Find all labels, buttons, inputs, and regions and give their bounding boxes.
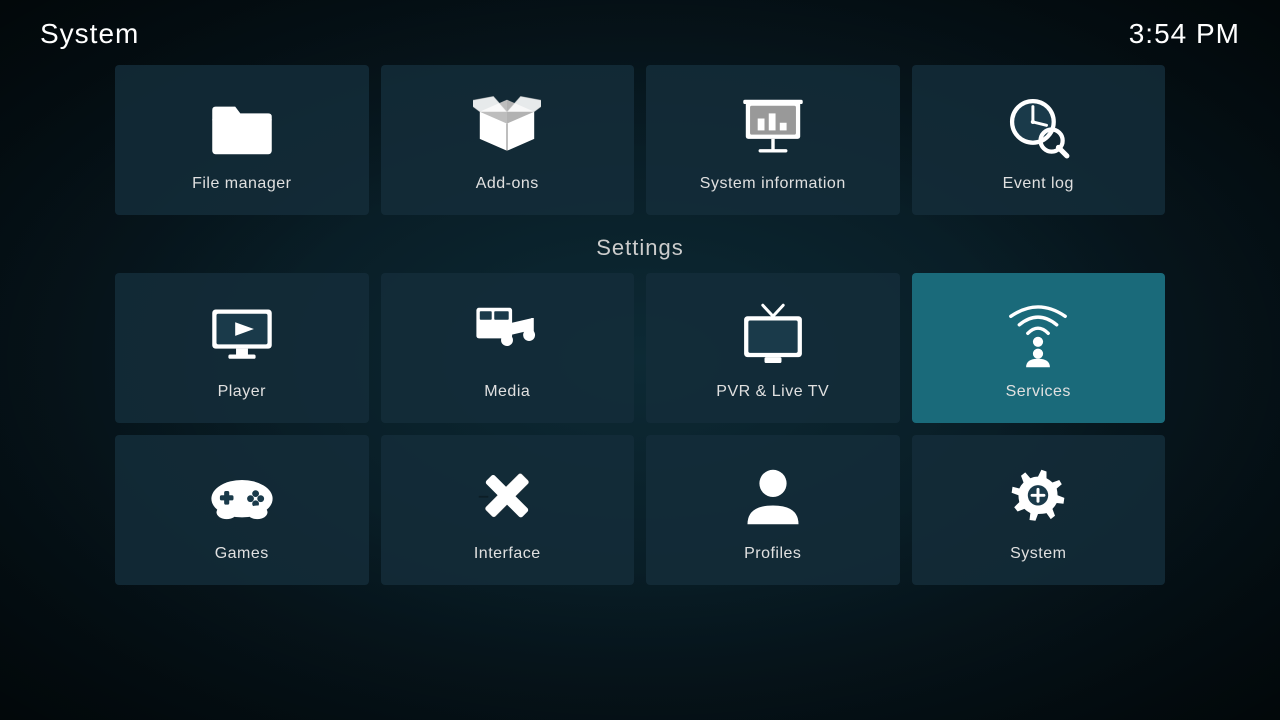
interface-icon — [471, 461, 543, 533]
box-icon — [471, 91, 543, 163]
tile-file-manager-label: File manager — [192, 175, 291, 193]
presentation-icon — [737, 91, 809, 163]
tile-games-label: Games — [215, 545, 269, 563]
tile-media[interactable]: Media — [381, 273, 635, 423]
tile-system-information[interactable]: System information — [646, 65, 900, 215]
header: System 3:54 PM — [0, 0, 1280, 60]
tile-event-log-label: Event log — [1003, 175, 1074, 193]
tile-interface[interactable]: Interface — [381, 435, 635, 585]
tile-system-label: System — [1010, 545, 1066, 563]
clock-search-icon — [1002, 91, 1074, 163]
settings-label: Settings — [115, 235, 1165, 261]
tile-file-manager[interactable]: File manager — [115, 65, 369, 215]
system-icon — [1002, 461, 1074, 533]
tile-add-ons[interactable]: Add-ons — [381, 65, 635, 215]
folder-icon — [206, 91, 278, 163]
tile-player[interactable]: Player — [115, 273, 369, 423]
profiles-icon — [737, 461, 809, 533]
tile-interface-label: Interface — [474, 545, 541, 563]
media-icon — [471, 299, 543, 371]
content-area: File manager — [0, 60, 1280, 585]
top-grid: File manager — [115, 65, 1165, 215]
page-title: System — [40, 18, 139, 50]
tile-media-label: Media — [484, 383, 530, 401]
tile-system[interactable]: System — [912, 435, 1166, 585]
services-icon — [1002, 299, 1074, 371]
tile-profiles[interactable]: Profiles — [646, 435, 900, 585]
clock: 3:54 PM — [1129, 18, 1240, 50]
tile-pvr-live-tv-label: PVR & Live TV — [716, 383, 829, 401]
tile-add-ons-label: Add-ons — [476, 175, 539, 193]
tile-event-log[interactable]: Event log — [912, 65, 1166, 215]
tile-system-information-label: System information — [700, 175, 846, 193]
tile-player-label: Player — [218, 383, 266, 401]
tv-icon — [737, 299, 809, 371]
player-icon — [206, 299, 278, 371]
page: System 3:54 PM File manager — [0, 0, 1280, 720]
gamepad-icon — [206, 461, 278, 533]
tile-pvr-live-tv[interactable]: PVR & Live TV — [646, 273, 900, 423]
tile-services-label: Services — [1006, 383, 1071, 401]
tile-games[interactable]: Games — [115, 435, 369, 585]
bottom-grid: Player — [115, 273, 1165, 585]
tile-profiles-label: Profiles — [744, 545, 801, 563]
tile-services[interactable]: Services — [912, 273, 1166, 423]
